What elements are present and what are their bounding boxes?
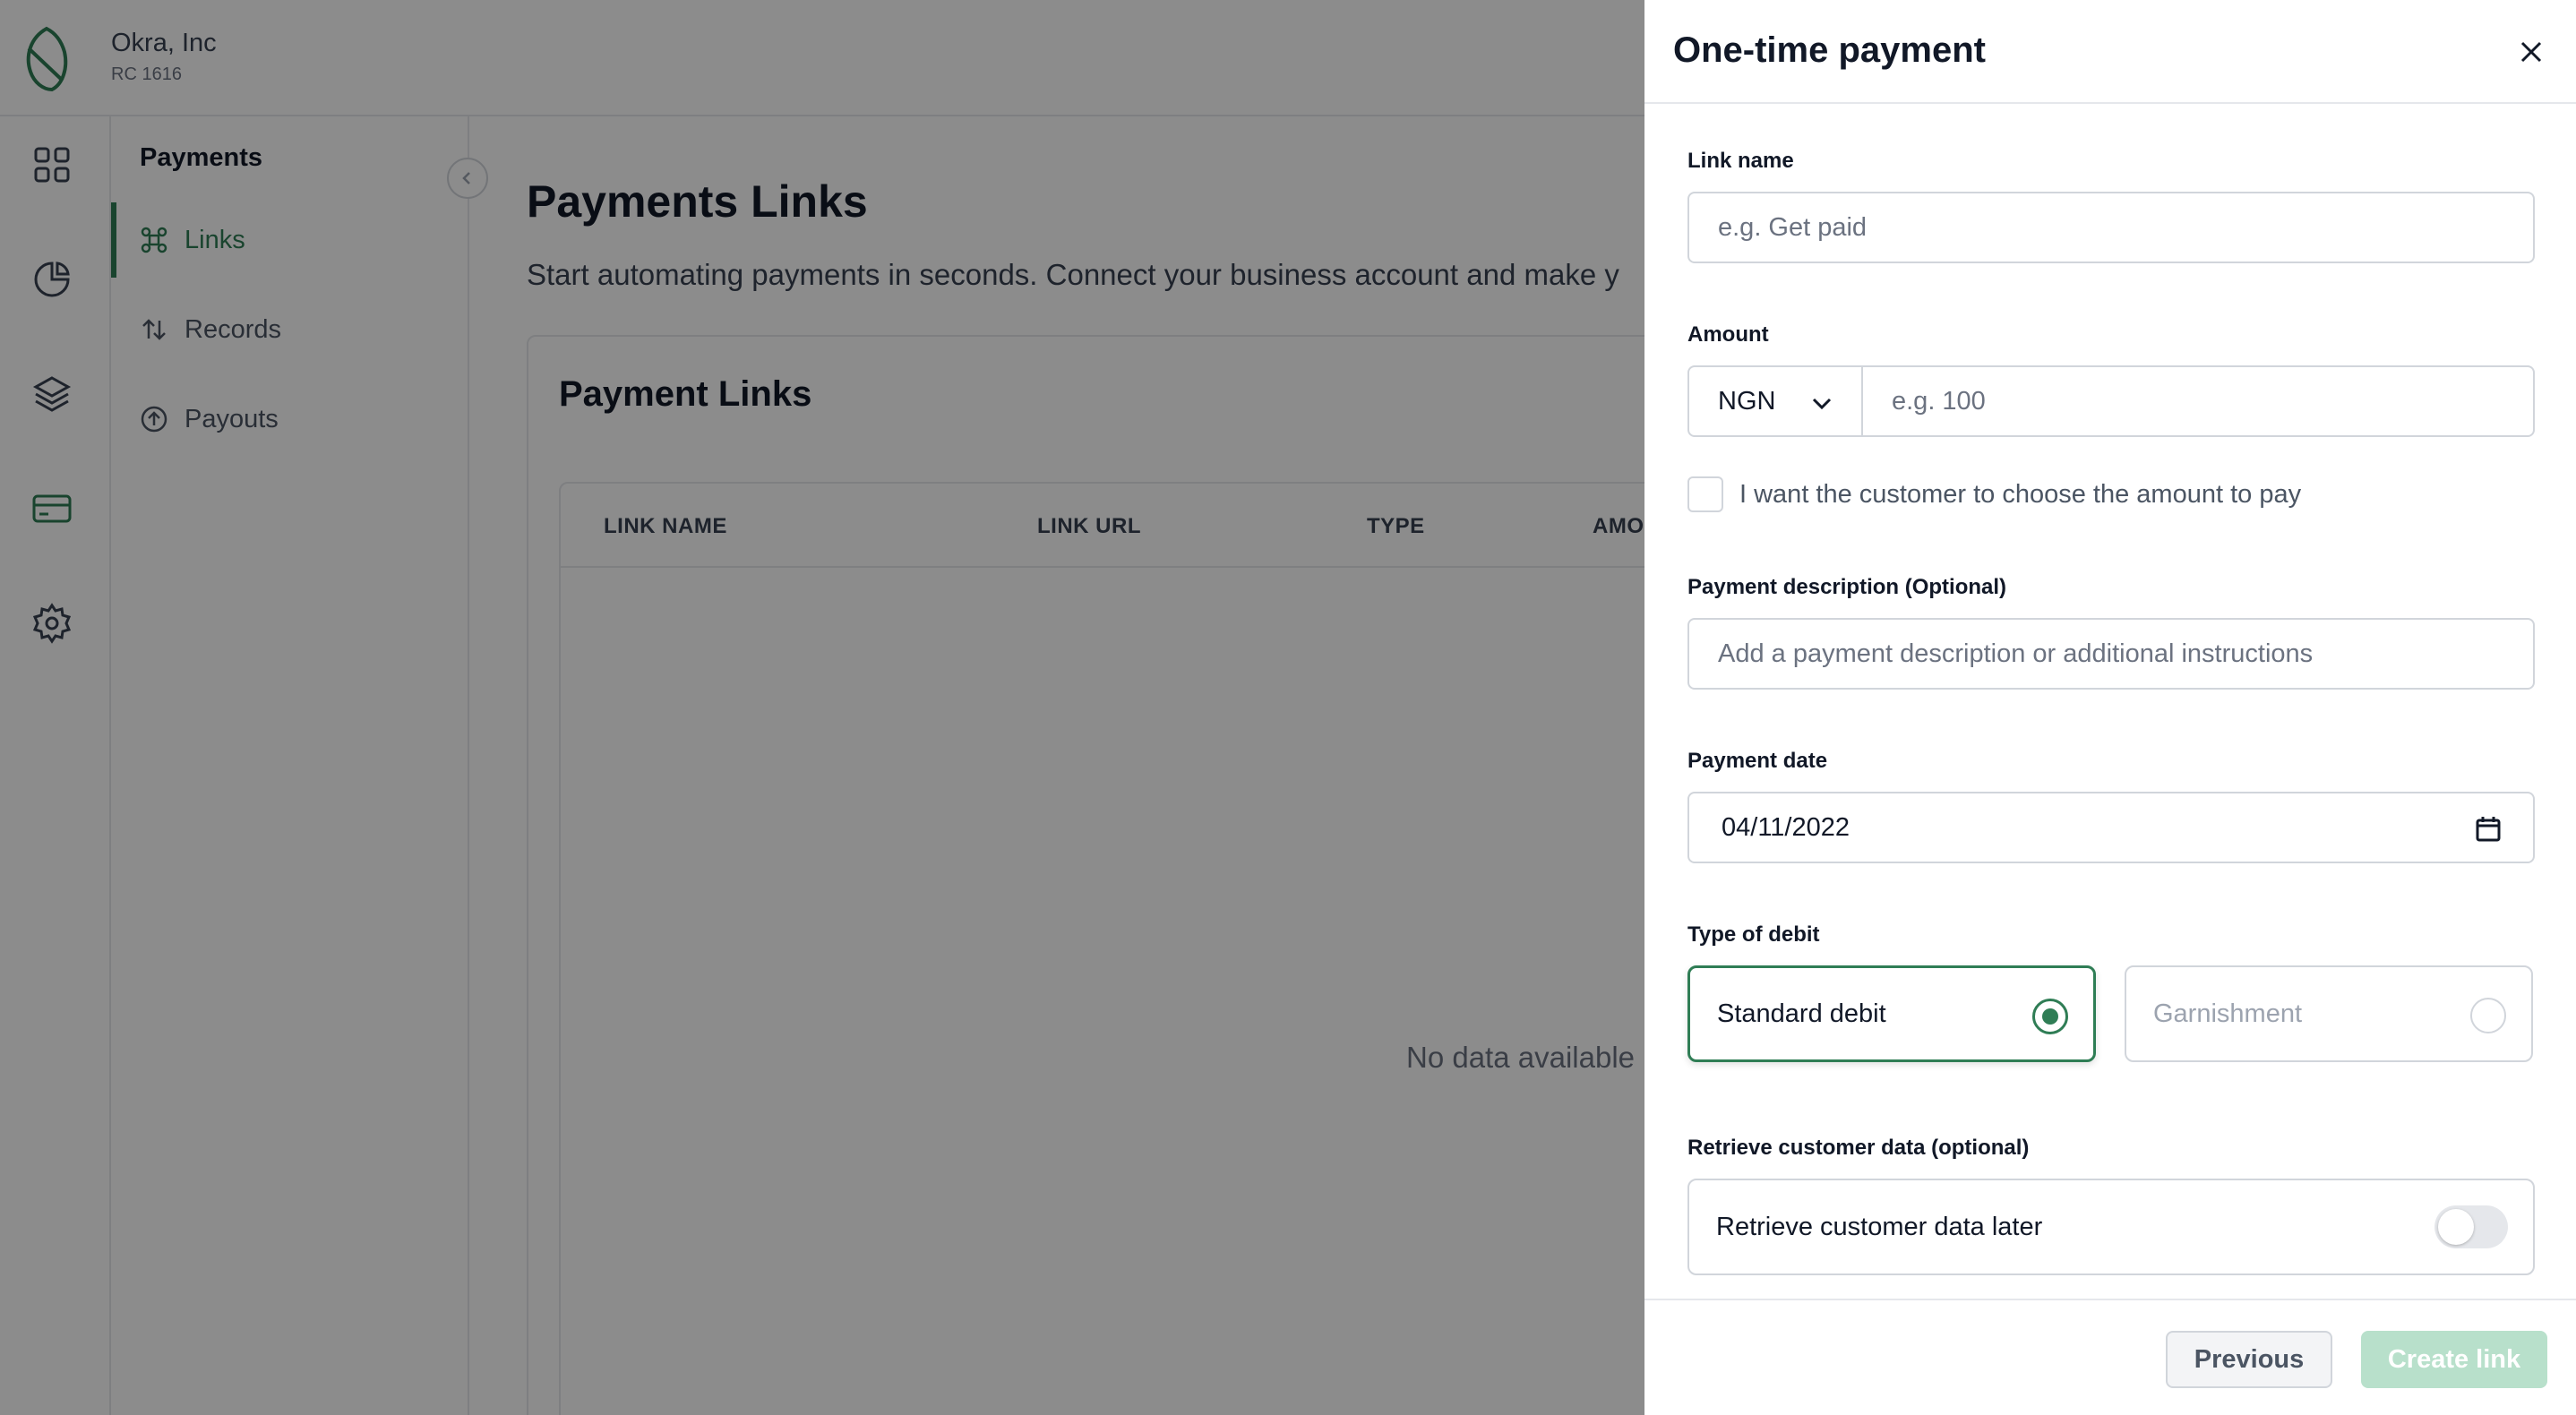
- create-link-button[interactable]: Create link: [2361, 1331, 2547, 1388]
- close-button[interactable]: [2513, 34, 2549, 70]
- retrieve-data-card: Retrieve customer data later: [1687, 1179, 2535, 1275]
- drawer-title: One-time payment: [1673, 30, 1986, 70]
- debit-type-label: Type of debit: [1687, 922, 1820, 947]
- drawer-footer: Previous Create link: [1644, 1299, 2576, 1415]
- standard-debit-option[interactable]: Standard debit: [1687, 965, 2096, 1062]
- payment-date-value: 04/11/2022: [1722, 812, 1850, 842]
- radio-unselected-icon[interactable]: [2470, 998, 2506, 1033]
- previous-button[interactable]: Previous: [2166, 1331, 2332, 1388]
- garnishment-label: Garnishment: [2153, 999, 2303, 1028]
- standard-debit-label: Standard debit: [1717, 999, 1886, 1028]
- radio-selected-icon[interactable]: [2032, 999, 2068, 1034]
- calendar-icon[interactable]: [2474, 815, 2503, 844]
- drawer-header: One-time payment: [1644, 0, 2576, 104]
- customer-amount-checkbox[interactable]: [1687, 476, 1723, 512]
- payment-date-label: Payment date: [1687, 749, 1828, 773]
- garnishment-option[interactable]: Garnishment: [2125, 965, 2533, 1062]
- link-name-label: Link name: [1687, 149, 1794, 173]
- link-name-input[interactable]: [1687, 192, 2535, 263]
- amount-label: Amount: [1687, 322, 1769, 347]
- customer-amount-label: I want the customer to choose the amount…: [1739, 479, 2302, 509]
- retrieve-data-toggle-label: Retrieve customer data later: [1716, 1212, 2043, 1241]
- payment-date-input[interactable]: 04/11/2022: [1687, 792, 2535, 863]
- retrieve-data-label: Retrieve customer data (optional): [1687, 1136, 2030, 1160]
- currency-value: NGN: [1718, 386, 1776, 416]
- customer-amount-option[interactable]: I want the customer to choose the amount…: [1687, 476, 2301, 512]
- currency-select[interactable]: NGN: [1687, 365, 1863, 437]
- description-label: Payment description (Optional): [1687, 575, 2007, 599]
- close-icon: [2520, 41, 2542, 63]
- retrieve-data-toggle[interactable]: [2434, 1205, 2508, 1248]
- chevron-down-icon: [1812, 398, 1832, 410]
- amount-input[interactable]: [1861, 365, 2535, 437]
- description-input[interactable]: [1687, 618, 2535, 690]
- one-time-payment-drawer: One-time payment Link name Amount NGN I …: [1644, 0, 2576, 1415]
